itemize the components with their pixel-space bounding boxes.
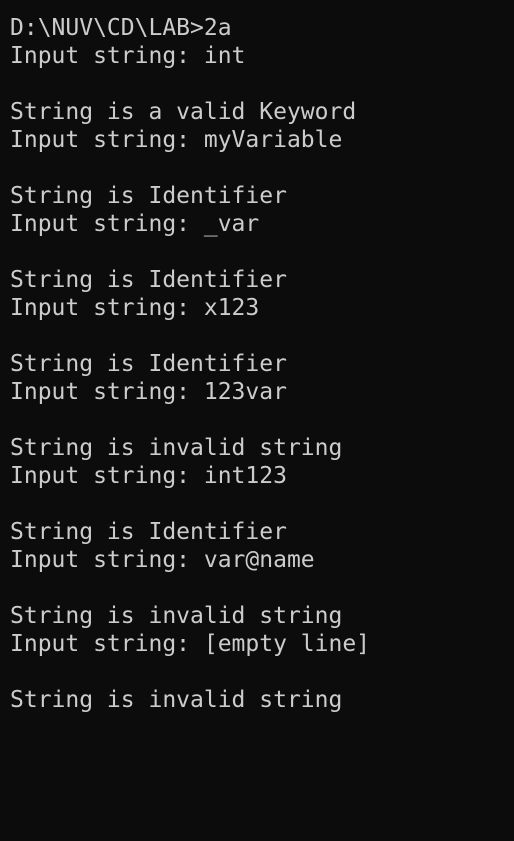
output-line: Input string: 123var	[10, 379, 287, 405]
output-line: Input string: [empty line]	[10, 631, 371, 657]
prompt-line: D:\NUV\CD\LAB>2a	[10, 15, 232, 41]
output-line: Input string: int123	[10, 463, 287, 489]
output-line: String is Identifier	[10, 267, 287, 293]
output-line: Input string: var@name	[10, 547, 315, 573]
output-line: String is invalid string	[10, 435, 343, 461]
output-line: Input string: _var	[10, 211, 260, 237]
output-line: Input string: x123	[10, 295, 260, 321]
terminal-window[interactable]: D:\NUV\CD\LAB>2a Input string: int Strin…	[0, 0, 514, 841]
output-line: String is invalid string	[10, 603, 343, 629]
output-line: Input string: int	[10, 43, 246, 69]
output-line: String is Identifier	[10, 351, 287, 377]
output-line: String is Identifier	[10, 519, 287, 545]
output-line: Input string: myVariable	[10, 127, 343, 153]
output-line: String is Identifier	[10, 183, 287, 209]
output-line: String is a valid Keyword	[10, 99, 357, 125]
output-line: String is invalid string	[10, 687, 343, 713]
